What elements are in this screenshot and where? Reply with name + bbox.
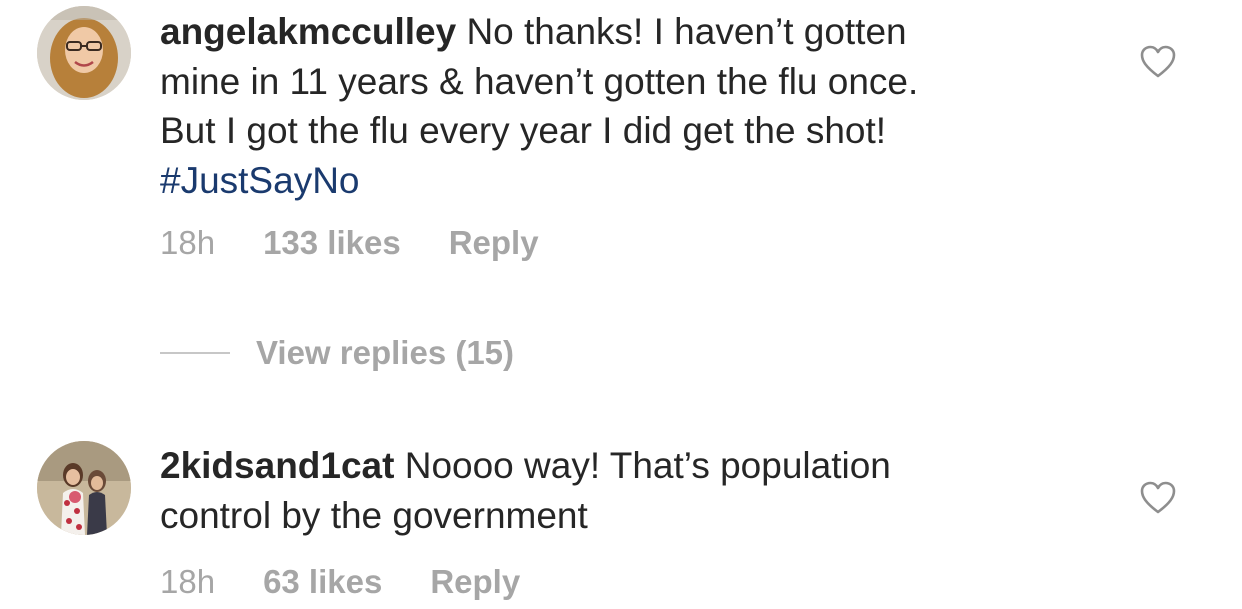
comment-username[interactable]: angelakmcculley (160, 11, 456, 52)
hashtag-link[interactable]: #JustSayNo (160, 156, 1090, 206)
comment-meta: 18h 133 likes Reply (160, 224, 539, 264)
comment-meta: 18h 63 likes Reply (160, 563, 520, 603)
divider-line (160, 352, 230, 354)
heart-outline-icon[interactable] (1140, 45, 1176, 79)
comment-body: 2kidsand1cat Noooo way! That’s populatio… (160, 441, 1090, 540)
comment-item: angelakmcculley No thanks! I haven’t got… (0, 0, 1242, 300)
comment-line: But I got the flu every year I did get t… (160, 110, 887, 151)
likes-count[interactable]: 133 likes (263, 224, 401, 262)
view-replies-button[interactable]: View replies (15) (160, 333, 514, 373)
avatar-photo (37, 441, 131, 535)
avatar-photo (37, 6, 131, 100)
comment-text: Noooo way! That’s population (394, 445, 891, 486)
comment-line: angelakmcculley No thanks! I haven’t got… (160, 7, 1090, 57)
comment-timestamp: 18h (160, 224, 216, 261)
comment-line: control by the government (160, 494, 588, 536)
comment-item: 2kidsand1cat Noooo way! That’s populatio… (0, 420, 1242, 609)
likes-count[interactable]: 63 likes (263, 563, 382, 601)
comment-text: No thanks! I haven’t gotten (456, 11, 907, 52)
heart-outline-icon[interactable] (1140, 481, 1176, 515)
comment-line: 2kidsand1cat Noooo way! That’s populatio… (160, 441, 1090, 491)
view-replies-label: View replies (15) (256, 334, 515, 371)
comment-line: mine in 11 years & haven’t gotten the fl… (160, 60, 919, 102)
comment-username[interactable]: 2kidsand1cat (160, 445, 394, 486)
reply-button[interactable]: Reply (430, 563, 520, 601)
avatar[interactable] (37, 441, 131, 535)
comment-body: angelakmcculley No thanks! I haven’t got… (160, 7, 1090, 205)
reply-button[interactable]: Reply (449, 224, 539, 262)
comment-timestamp: 18h (160, 563, 216, 600)
avatar[interactable] (37, 6, 131, 100)
